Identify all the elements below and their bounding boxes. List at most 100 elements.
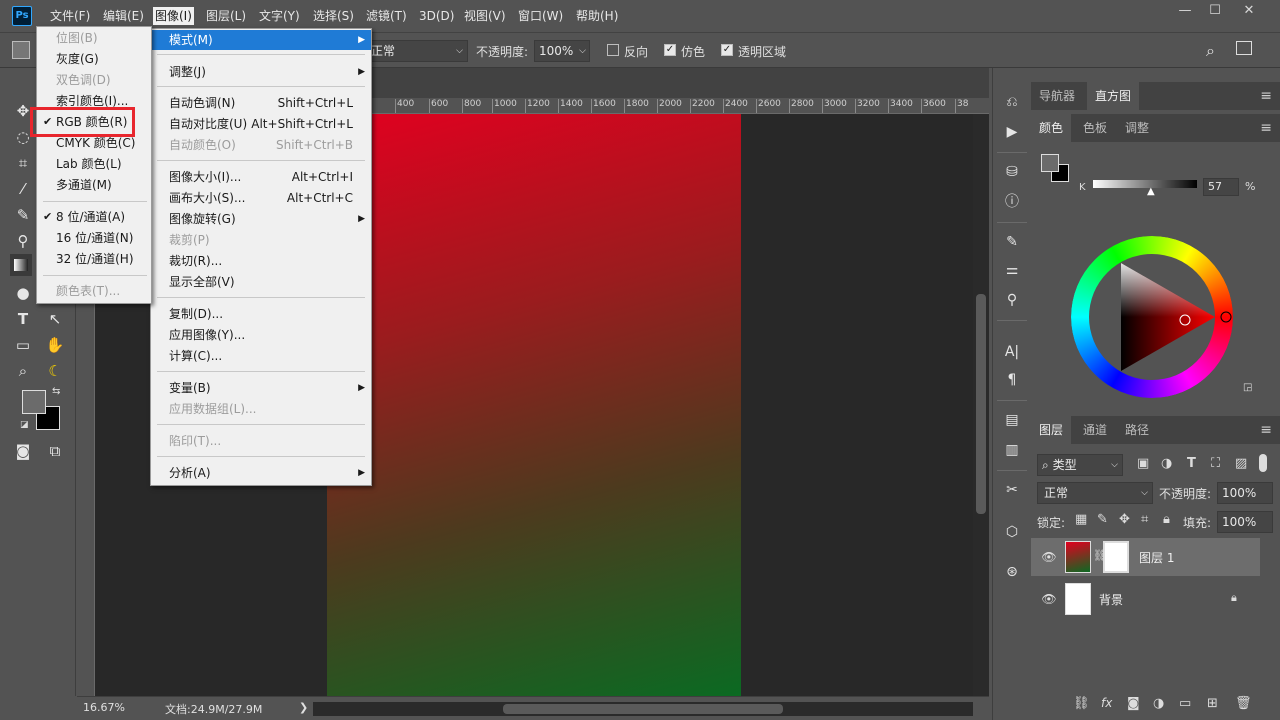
status-arrow-icon[interactable]: ❯	[299, 701, 308, 714]
panel-menu-icon[interactable]: ≡	[1260, 120, 1272, 136]
dodge-tool-icon[interactable]: ●	[12, 282, 34, 304]
history-icon[interactable]: ⎌	[1002, 92, 1022, 112]
menu-item-mode[interactable]: 模式(M) ▶	[151, 30, 371, 50]
menu-type[interactable]: 文字(Y)	[257, 7, 302, 25]
clone-stamp-tool-icon[interactable]: ⚲	[12, 230, 34, 252]
device-preview-icon[interactable]: ⛁	[1002, 162, 1022, 182]
mode-item-grayscale[interactable]: 灰度(G)	[37, 49, 151, 69]
layer-row-layer1[interactable]: 👁︎ ⛓ 图层 1	[1031, 538, 1260, 576]
minimize-button[interactable]: —	[1172, 2, 1198, 20]
mode-item-multichannel[interactable]: 多通道(M)	[37, 175, 151, 195]
layer-opacity-input[interactable]: 100%	[1217, 482, 1273, 504]
dither-checkbox[interactable]: ✓	[664, 44, 676, 56]
layer-filter-select[interactable]: ⌕ 类型 ⌵	[1037, 454, 1123, 476]
transparency-checkbox[interactable]: ✓	[721, 44, 733, 56]
panel-menu-icon[interactable]: ≡	[1260, 88, 1272, 104]
menu-item-adjustments[interactable]: 调整(J) ▶	[151, 62, 371, 82]
layer-row-background[interactable]: 👁︎ 背景 🔒︎	[1031, 580, 1260, 618]
menu-layer[interactable]: 图层(L)	[204, 7, 248, 25]
default-colors-icon[interactable]: ◪	[20, 420, 29, 430]
menu-item-calculations[interactable]: 计算(C)...	[151, 346, 371, 366]
scrollbar-thumb[interactable]	[503, 704, 783, 714]
info-icon[interactable]: ⓘ	[1002, 192, 1022, 212]
screen-mode-icon[interactable]: ⧉	[44, 440, 66, 462]
foreground-color-swatch[interactable]	[22, 390, 46, 414]
layer-mask-thumbnail[interactable]	[1103, 541, 1129, 573]
blend-mode-select[interactable]: 正常 ⌵	[366, 40, 468, 62]
restore-button[interactable]: ☐	[1202, 2, 1228, 20]
menu-filter[interactable]: 滤镜(T)	[364, 7, 409, 25]
rectangle-tool-icon[interactable]: ▭	[12, 334, 34, 356]
glyphs-icon[interactable]: ▥	[1002, 440, 1022, 460]
lock-image-icon[interactable]: ✎	[1097, 512, 1108, 527]
scrollbar-thumb[interactable]	[976, 294, 986, 514]
type-tool-icon[interactable]: T	[12, 308, 34, 330]
brush-presets-icon[interactable]: ⚌	[1002, 260, 1022, 280]
filter-adjust-icon[interactable]: ◑	[1161, 456, 1172, 471]
tab-paths[interactable]: 路径	[1117, 416, 1157, 444]
menu-item-variables[interactable]: 变量(B) ▶	[151, 378, 371, 398]
menu-item-apply-image[interactable]: 应用图像(Y)...	[151, 325, 371, 345]
layer-blend-mode-select[interactable]: 正常 ⌵	[1037, 482, 1153, 504]
close-button[interactable]: ✕	[1236, 2, 1262, 20]
color-fg-swatch[interactable]	[1041, 154, 1059, 172]
menu-item-trim[interactable]: 裁切(R)...	[151, 251, 371, 271]
search-icon[interactable]: ⌕	[1206, 41, 1215, 61]
paragraph-icon[interactable]: ¶	[1002, 370, 1022, 390]
3d-icon[interactable]: ⬡	[1002, 522, 1022, 542]
menu-item-analysis[interactable]: 分析(A) ▶	[151, 463, 371, 483]
layer-name[interactable]: 背景	[1099, 591, 1123, 608]
banana-icon[interactable]: ☾	[44, 360, 66, 382]
zoom-tool-icon[interactable]: ⌕	[12, 360, 34, 382]
tab-swatches[interactable]: 色板	[1075, 114, 1115, 142]
k-slider[interactable]	[1093, 180, 1197, 188]
quick-mask-icon[interactable]: ◙	[12, 440, 34, 462]
brush-settings-icon[interactable]: ✎	[1002, 232, 1022, 252]
lock-all-icon[interactable]: 🔒︎	[1163, 512, 1170, 527]
eyedropper-tool-icon[interactable]: ⁄	[12, 178, 34, 200]
lock-transparent-icon[interactable]: ▦	[1075, 512, 1087, 527]
mode-item-16bit[interactable]: 16 位/通道(N)	[37, 228, 151, 248]
menu-edit[interactable]: 编辑(E)	[101, 7, 146, 25]
menu-file[interactable]: 文件(F)	[48, 7, 92, 25]
workspace-icon[interactable]	[1236, 41, 1252, 55]
tab-histogram[interactable]: 直方图	[1087, 82, 1140, 110]
menu-item-image-rotation[interactable]: 图像旋转(G) ▶	[151, 209, 371, 229]
new-layer-icon[interactable]: ⊞	[1207, 696, 1218, 711]
menu-3d[interactable]: 3D(D)	[417, 7, 456, 25]
k-slider-handle-icon[interactable]: ▲	[1147, 186, 1155, 197]
mode-item-8bit[interactable]: ✔ 8 位/通道(A)	[37, 207, 151, 227]
trash-icon[interactable]: 🗑︎	[1235, 696, 1252, 711]
crop-tool-icon[interactable]: ⌗	[12, 152, 34, 174]
tab-layers[interactable]: 图层	[1031, 416, 1072, 444]
hand-tool-icon[interactable]: ✋	[44, 334, 66, 356]
character-icon[interactable]: A|	[1002, 342, 1022, 362]
tab-color[interactable]: 颜色	[1031, 114, 1072, 142]
eye-icon[interactable]: 👁︎	[1041, 591, 1057, 607]
menu-item-image-size[interactable]: 图像大小(I)... Alt+Ctrl+I	[151, 167, 371, 187]
fx-icon[interactable]: fx	[1101, 696, 1112, 710]
add-mask-icon[interactable]: ◙	[1127, 696, 1140, 711]
reverse-checkbox[interactable]	[607, 44, 619, 56]
layer-name[interactable]: 图层 1	[1139, 549, 1174, 566]
actions-play-icon[interactable]: ▶	[1002, 122, 1022, 142]
color-wheel[interactable]	[1071, 236, 1233, 398]
eye-icon[interactable]: 👁︎	[1041, 549, 1057, 565]
vertical-scrollbar[interactable]	[973, 114, 989, 696]
filter-smart-icon[interactable]: ▨	[1235, 456, 1247, 471]
filter-pixel-icon[interactable]: ▣	[1137, 456, 1149, 471]
photoshop-logo[interactable]: Ps	[12, 6, 32, 26]
gradient-preset-icon[interactable]	[12, 41, 30, 59]
timeline-icon[interactable]: ⊛	[1002, 562, 1022, 582]
link-layers-icon[interactable]: ⛓	[1073, 696, 1090, 711]
tab-navigator[interactable]: 导航器	[1031, 82, 1083, 110]
menu-item-auto-tone[interactable]: 自动色调(N) Shift+Ctrl+L	[151, 93, 371, 113]
mode-item-32bit[interactable]: 32 位/通道(H)	[37, 249, 151, 269]
tab-adjustments[interactable]: 调整	[1117, 114, 1157, 142]
horizontal-scrollbar[interactable]	[313, 702, 973, 716]
path-select-tool-icon[interactable]: ↖	[44, 308, 66, 330]
menu-item-duplicate[interactable]: 复制(D)...	[151, 304, 371, 324]
menu-select[interactable]: 选择(S)	[311, 7, 356, 25]
brush-tool-icon[interactable]: ✎	[12, 204, 34, 226]
menu-item-reveal-all[interactable]: 显示全部(V)	[151, 272, 371, 292]
